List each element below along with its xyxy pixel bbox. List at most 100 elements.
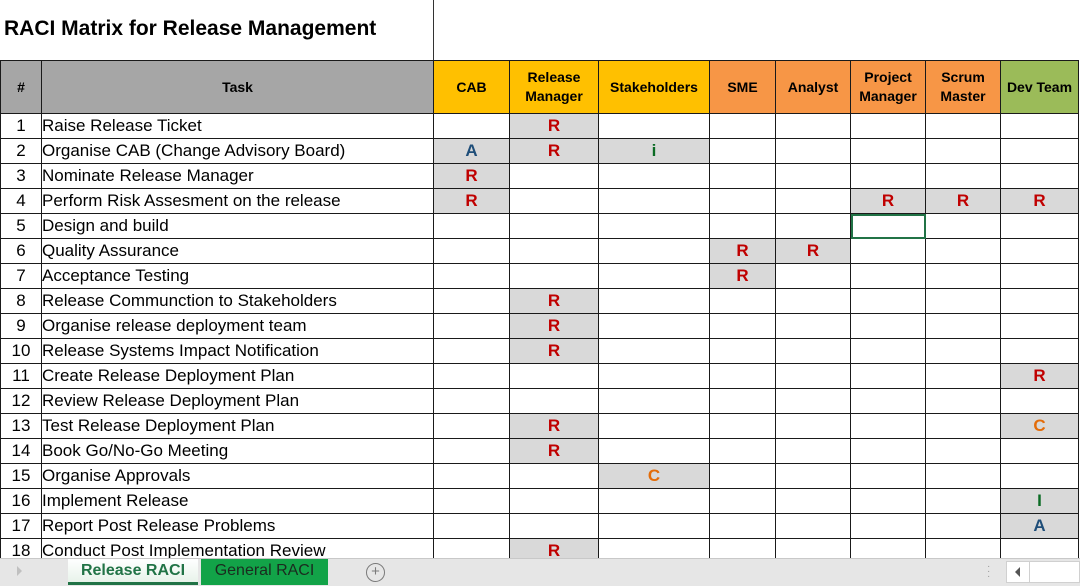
raci-cell[interactable] [1000, 388, 1079, 414]
raci-cell[interactable] [433, 238, 510, 264]
raci-cell[interactable] [509, 188, 599, 214]
raci-cell[interactable] [709, 288, 776, 314]
task-cell[interactable]: Release Systems Impact Notification [41, 338, 434, 364]
raci-cell[interactable] [1000, 463, 1079, 489]
raci-cell[interactable]: R [509, 288, 599, 314]
raci-cell[interactable]: i [598, 138, 710, 164]
raci-cell[interactable] [850, 513, 926, 539]
raci-cell[interactable] [850, 363, 926, 389]
raci-cell[interactable] [1000, 313, 1079, 339]
raci-cell[interactable]: R [509, 438, 599, 464]
raci-cell[interactable] [433, 463, 510, 489]
raci-cell[interactable]: I [1000, 488, 1079, 514]
arrow-left-icon[interactable] [1007, 562, 1030, 582]
raci-cell[interactable] [709, 363, 776, 389]
row-number[interactable]: 2 [0, 138, 42, 164]
raci-cell[interactable] [850, 388, 926, 414]
row-number[interactable]: 12 [0, 388, 42, 414]
raci-cell[interactable] [709, 313, 776, 339]
raci-cell[interactable] [775, 363, 851, 389]
header-project-manager[interactable]: Project Manager [850, 60, 926, 114]
task-cell[interactable]: Report Post Release Problems [41, 513, 434, 539]
raci-cell[interactable] [433, 513, 510, 539]
raci-cell[interactable]: R [509, 138, 599, 164]
raci-cell[interactable]: A [1000, 513, 1079, 539]
raci-cell[interactable] [775, 338, 851, 364]
raci-cell[interactable]: R [509, 413, 599, 439]
task-cell[interactable]: Acceptance Testing [41, 263, 434, 289]
raci-cell[interactable] [925, 363, 1001, 389]
raci-cell[interactable] [775, 113, 851, 139]
row-number[interactable]: 1 [0, 113, 42, 139]
raci-cell[interactable] [709, 488, 776, 514]
raci-cell[interactable] [1000, 338, 1079, 364]
task-cell[interactable]: Nominate Release Manager [41, 163, 434, 189]
raci-cell[interactable]: R [509, 113, 599, 139]
raci-cell[interactable]: R [433, 188, 510, 214]
raci-cell[interactable] [850, 438, 926, 464]
raci-cell[interactable] [850, 463, 926, 489]
raci-cell[interactable] [433, 213, 510, 239]
raci-cell[interactable] [925, 313, 1001, 339]
raci-cell[interactable] [1000, 113, 1079, 139]
row-number[interactable]: 16 [0, 488, 42, 514]
raci-cell[interactable] [709, 113, 776, 139]
raci-cell[interactable]: R [850, 188, 926, 214]
raci-cell[interactable]: R [775, 238, 851, 264]
raci-cell[interactable] [433, 313, 510, 339]
raci-cell[interactable] [433, 363, 510, 389]
raci-cell[interactable] [925, 438, 1001, 464]
raci-cell[interactable] [925, 463, 1001, 489]
row-number[interactable]: 5 [0, 213, 42, 239]
task-cell[interactable]: Raise Release Ticket [41, 113, 434, 139]
raci-cell[interactable] [1000, 213, 1079, 239]
raci-cell[interactable] [709, 513, 776, 539]
task-cell[interactable]: Release Communction to Stakeholders [41, 288, 434, 314]
plus-circle-icon[interactable]: + [366, 563, 385, 582]
selected-cell[interactable] [850, 213, 926, 239]
raci-cell[interactable] [775, 463, 851, 489]
raci-cell[interactable] [925, 513, 1001, 539]
raci-cell[interactable] [925, 138, 1001, 164]
raci-cell[interactable]: R [709, 238, 776, 264]
task-cell[interactable]: Test Release Deployment Plan [41, 413, 434, 439]
row-number[interactable]: 6 [0, 238, 42, 264]
raci-cell[interactable] [433, 288, 510, 314]
raci-cell[interactable] [509, 363, 599, 389]
raci-cell[interactable] [709, 338, 776, 364]
raci-cell[interactable] [509, 463, 599, 489]
header-analyst[interactable]: Analyst [775, 60, 851, 114]
raci-cell[interactable] [433, 413, 510, 439]
task-cell[interactable]: Organise CAB (Change Advisory Board) [41, 138, 434, 164]
raci-cell[interactable] [850, 238, 926, 264]
raci-cell[interactable] [925, 238, 1001, 264]
raci-cell[interactable] [1000, 138, 1079, 164]
row-number[interactable]: 7 [0, 263, 42, 289]
raci-cell[interactable] [598, 438, 710, 464]
raci-cell[interactable] [509, 238, 599, 264]
splitter-handle[interactable]: · · · [987, 562, 990, 582]
sheet-tab-release-raci[interactable]: Release RACI [68, 559, 198, 585]
raci-cell[interactable] [598, 513, 710, 539]
raci-cell[interactable] [775, 213, 851, 239]
raci-cell[interactable]: R [925, 188, 1001, 214]
header-task[interactable]: Task [41, 60, 434, 114]
raci-cell[interactable]: A [433, 138, 510, 164]
header-sme[interactable]: SME [709, 60, 776, 114]
raci-cell[interactable] [775, 488, 851, 514]
raci-cell[interactable] [1000, 288, 1079, 314]
raci-cell[interactable] [598, 288, 710, 314]
raci-cell[interactable] [925, 338, 1001, 364]
raci-cell[interactable] [433, 263, 510, 289]
raci-cell[interactable]: R [509, 313, 599, 339]
raci-cell[interactable] [598, 213, 710, 239]
raci-cell[interactable] [850, 288, 926, 314]
raci-cell[interactable] [1000, 438, 1079, 464]
raci-cell[interactable] [709, 413, 776, 439]
row-number[interactable]: 9 [0, 313, 42, 339]
raci-cell[interactable] [925, 413, 1001, 439]
raci-cell[interactable] [433, 488, 510, 514]
task-cell[interactable]: Organise Approvals [41, 463, 434, 489]
header-cab[interactable]: CAB [433, 60, 510, 114]
raci-cell[interactable] [925, 113, 1001, 139]
